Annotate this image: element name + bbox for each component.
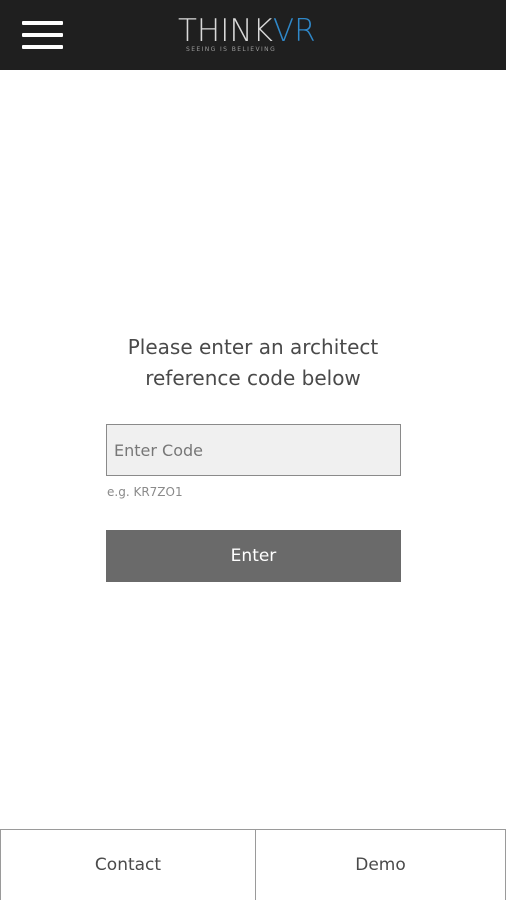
code-example-hint: e.g. KR7ZO1	[107, 485, 183, 499]
instruction-line-1: Please enter an architect	[127, 335, 379, 359]
logo-wordmark: THINKVR	[178, 14, 316, 48]
logo-tagline: SEEING IS BELIEVING	[186, 46, 277, 53]
instruction-text: Please enter an architect reference code…	[103, 332, 403, 394]
app-header: THINKVR SEEING IS BELIEVING	[0, 0, 506, 70]
contact-button[interactable]: Contact	[0, 830, 256, 900]
thinkvr-logo: THINKVR SEEING IS BELIEVING	[178, 14, 330, 56]
instruction-line-2: reference code below	[145, 366, 361, 390]
footer-nav: Contact Demo	[0, 829, 506, 900]
logo-think-text: THINK	[178, 13, 273, 49]
menu-bar-middle	[22, 33, 63, 37]
hamburger-menu-icon[interactable]	[22, 21, 63, 49]
demo-button[interactable]: Demo	[256, 830, 506, 900]
menu-bar-bottom	[22, 45, 63, 49]
menu-bar-top	[22, 21, 63, 25]
logo-vr-text: VR	[272, 13, 316, 49]
reference-code-input[interactable]	[106, 424, 401, 476]
enter-button[interactable]: Enter	[106, 530, 401, 582]
